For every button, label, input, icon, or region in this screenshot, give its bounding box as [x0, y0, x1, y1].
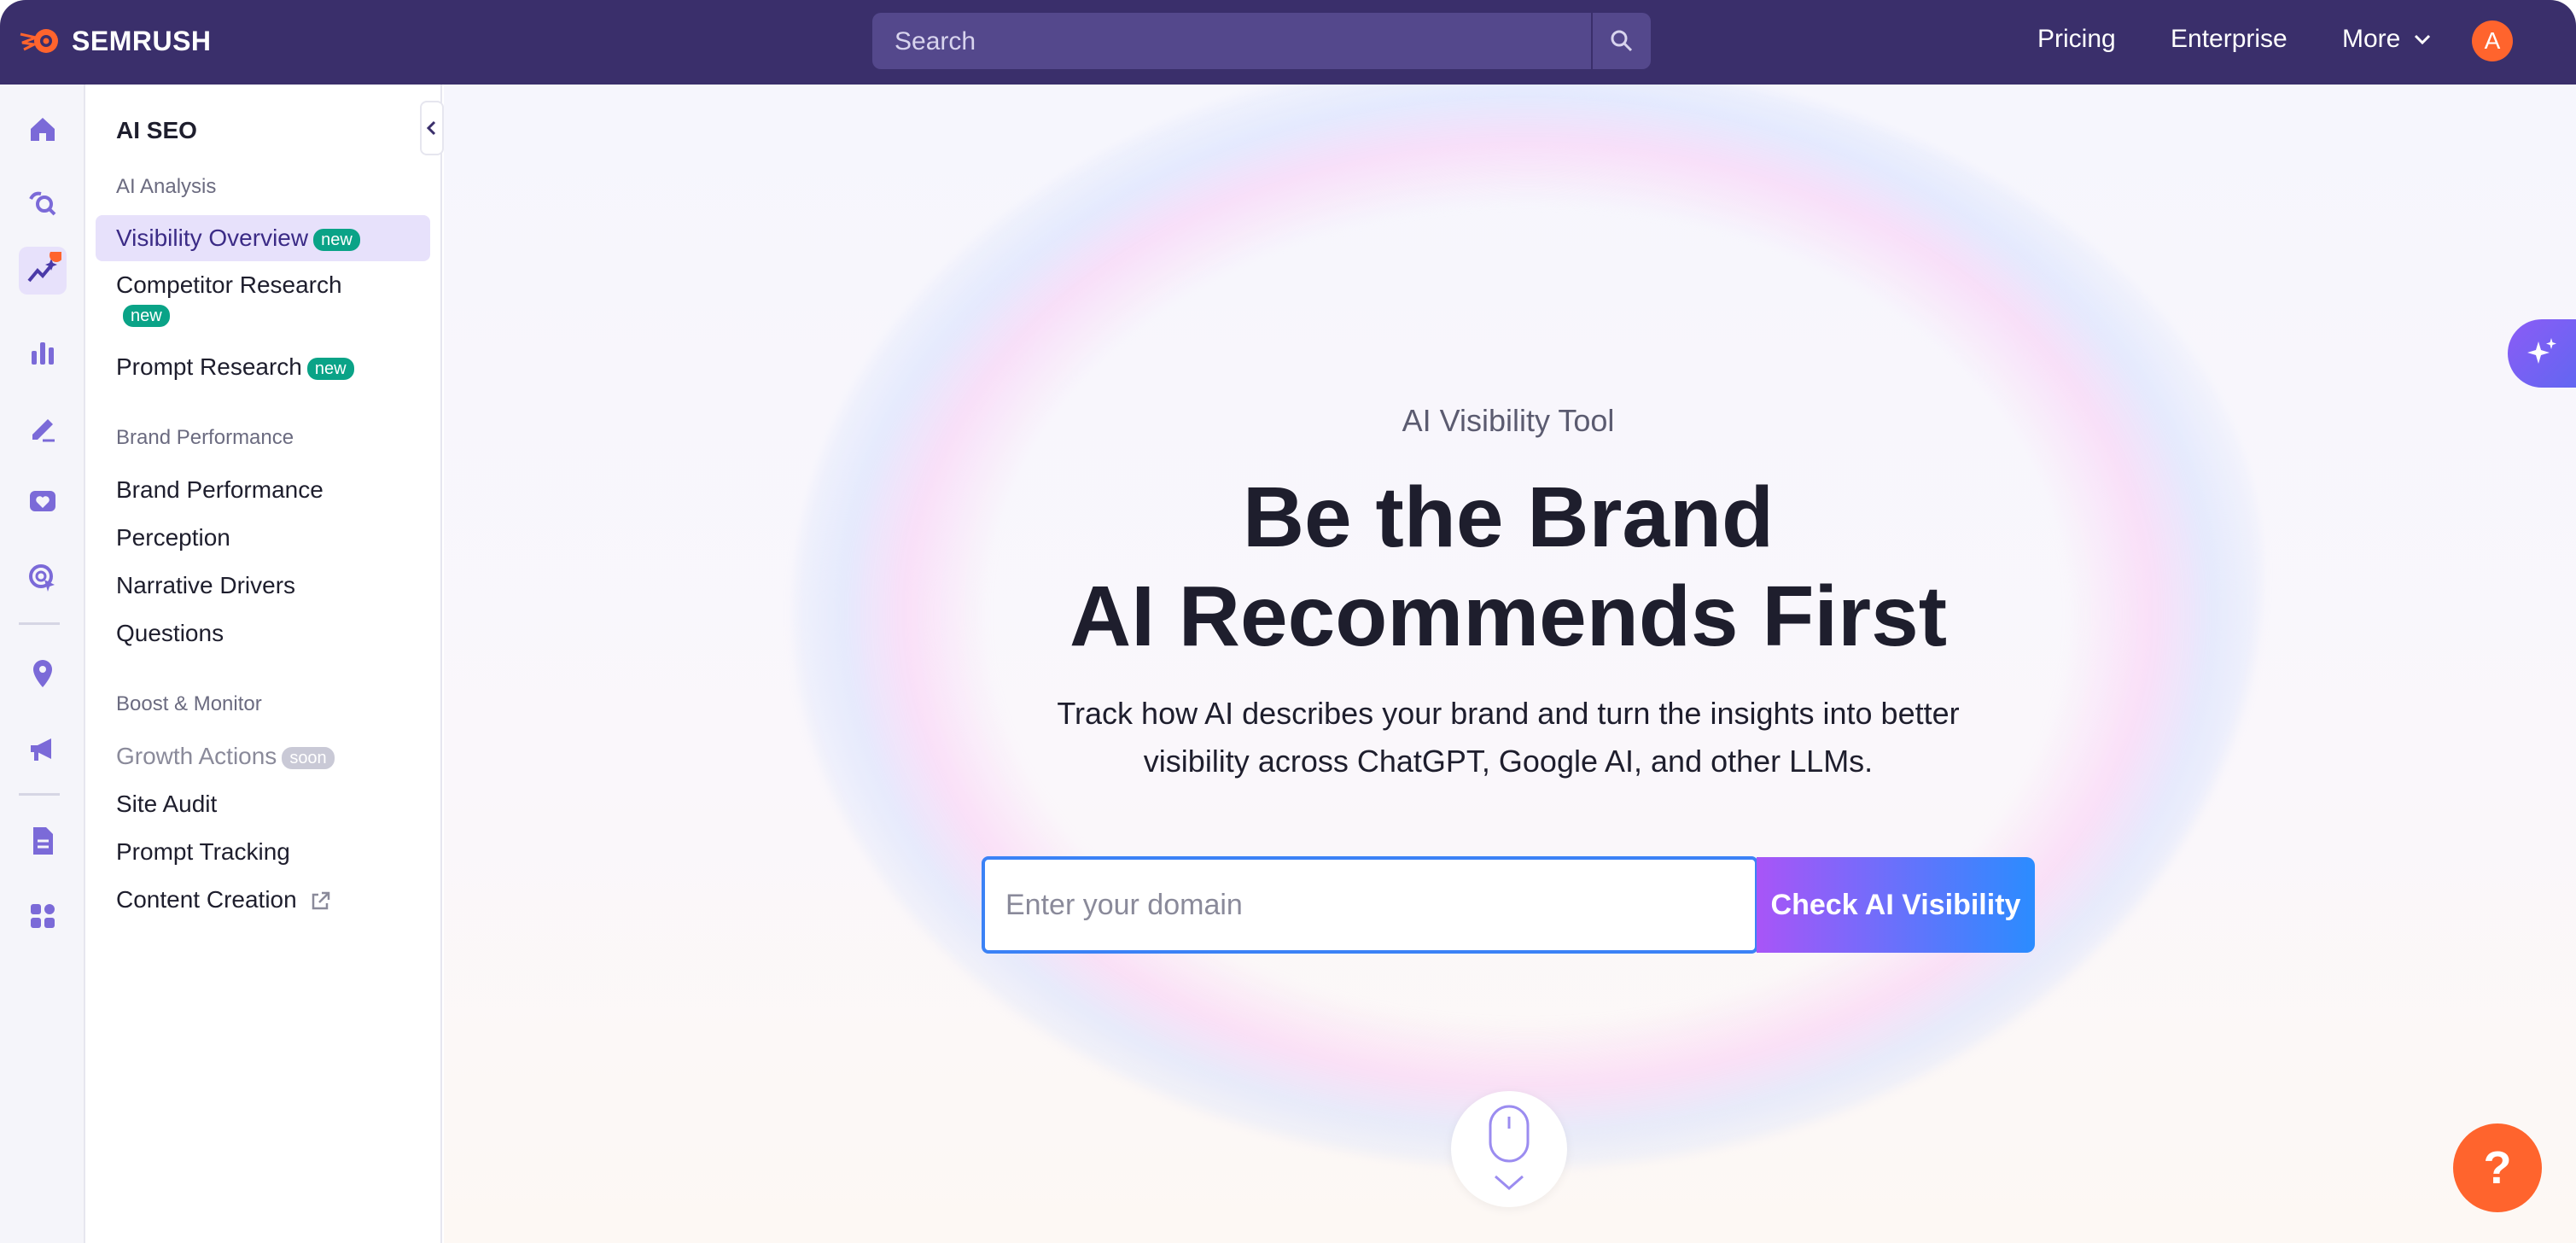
sidebar-item-label: Content Creation [116, 886, 297, 913]
top-bar: SEMRUSH Search Pricing Enterprise More A [0, 0, 2576, 85]
home-icon[interactable] [19, 105, 67, 153]
sidebar-item-prompt-research[interactable]: Prompt Research new [116, 353, 354, 382]
help-question-icon: ? [2483, 1142, 2512, 1193]
domain-input[interactable] [982, 856, 1758, 954]
hero-subtitle: Track how AI describes your brand and tu… [977, 690, 2039, 785]
rail-divider [19, 793, 60, 796]
content-icon[interactable] [19, 404, 67, 452]
sidebar-item-visibility-overview[interactable]: Visibility Overview new [96, 215, 430, 261]
analytics-icon[interactable] [19, 329, 67, 376]
soon-badge: soon [282, 746, 335, 769]
local-pin-icon[interactable] [19, 650, 67, 697]
ai-seo-icon[interactable] [19, 247, 67, 295]
search-icon [1611, 30, 1633, 52]
sidebar-item-label: Growth Actions [116, 743, 277, 769]
section-boost-monitor: Boost & Monitor [116, 692, 262, 715]
ai-seo-sidebar: AI SEO AI Analysis Visibility Overview ne… [85, 85, 442, 1243]
external-link-icon [312, 891, 330, 909]
headline-line-1: Be the Brand [1242, 470, 1775, 565]
help-button[interactable]: ? [2453, 1123, 2542, 1212]
new-badge: new [313, 228, 360, 251]
sidebar-item-label: Prompt Research [116, 353, 302, 380]
sidebar-item-site-audit[interactable]: Site Audit [116, 790, 217, 819]
rail-divider [19, 622, 60, 625]
sidebar-item-competitor-research[interactable]: Competitor Research new [116, 271, 398, 329]
scroll-down-indicator[interactable] [1451, 1091, 1567, 1207]
search-button[interactable] [1591, 13, 1651, 69]
hero-eyebrow: AI Visibility Tool [1402, 403, 1615, 438]
seo-icon[interactable] [19, 180, 67, 228]
new-badge: new [123, 304, 170, 327]
sidebar-title: AI SEO [116, 117, 197, 143]
sidebar-item-label: Competitor Research [116, 271, 342, 298]
user-avatar[interactable]: A [2472, 20, 2513, 61]
global-search[interactable]: Search [872, 13, 1651, 69]
sidebar-item-perception[interactable]: Perception [116, 523, 230, 552]
icon-rail [0, 85, 85, 1243]
sidebar-item-content-creation[interactable]: Content Creation [116, 885, 332, 914]
nav-enterprise[interactable]: Enterprise [2171, 25, 2288, 54]
chevron-left-icon [426, 120, 436, 136]
new-badge: new [306, 357, 354, 380]
brand-name: SEMRUSH [72, 25, 212, 56]
sidebar-item-narrative-drivers[interactable]: Narrative Drivers [116, 571, 295, 600]
sidebar-item-brand-performance[interactable]: Brand Performance [116, 476, 323, 505]
subtitle-line-2: visibility across ChatGPT, Google AI, an… [1143, 744, 1874, 779]
reports-icon[interactable] [19, 817, 67, 865]
section-ai-analysis: AI Analysis [116, 175, 217, 198]
search-placeholder: Search [895, 27, 976, 55]
ads-target-icon[interactable] [19, 554, 67, 602]
sidebar-item-questions[interactable]: Questions [116, 619, 224, 648]
headline-line-2: AI Recommends First [1069, 569, 1948, 664]
subtitle-line-1: Track how AI describes your brand and tu… [1057, 696, 1960, 731]
nav-pricing[interactable]: Pricing [2037, 25, 2116, 54]
mouse-scroll-icon [1489, 1105, 1530, 1190]
check-ai-visibility-button[interactable]: Check AI Visibility [1757, 857, 2035, 953]
sidebar-item-growth-actions: Growth Actions soon [116, 742, 335, 771]
semrush-logo[interactable]: SEMRUSH [19, 24, 212, 58]
megaphone-icon[interactable] [19, 725, 67, 773]
social-heart-icon[interactable] [19, 479, 67, 527]
sparkle-icon [2527, 338, 2556, 364]
sidebar-item-prompt-tracking[interactable]: Prompt Tracking [116, 837, 290, 867]
semrush-flame-icon [20, 29, 58, 53]
sidebar-item-label: Visibility Overview [116, 225, 309, 251]
apps-icon[interactable] [19, 892, 67, 940]
section-brand-performance: Brand Performance [116, 426, 294, 449]
chevron-down-icon[interactable] [2412, 31, 2433, 48]
nav-more[interactable]: More [2342, 25, 2400, 54]
hero-headline: Be the Brand AI Recommends First [935, 468, 2082, 666]
ai-assistant-button[interactable] [2508, 319, 2576, 388]
collapse-sidebar-button[interactable] [420, 101, 444, 155]
